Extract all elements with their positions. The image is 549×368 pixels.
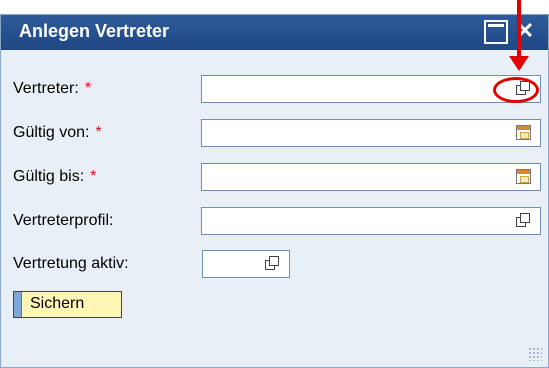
row-gueltig-bis: Gültig bis: * bbox=[13, 163, 543, 193]
gueltig-bis-input[interactable] bbox=[201, 163, 541, 191]
maximize-icon[interactable] bbox=[484, 20, 508, 44]
annotation-arrow-head bbox=[509, 56, 529, 71]
resize-grip-icon[interactable] bbox=[528, 347, 542, 361]
required-marker: * bbox=[90, 168, 97, 185]
dialog-title: Anlegen Vertreter bbox=[19, 21, 170, 41]
vertretung-aktiv-input[interactable] bbox=[202, 250, 290, 278]
required-marker: * bbox=[95, 124, 102, 141]
label-vertreter: Vertreter: * bbox=[13, 80, 92, 97]
vertreterprofil-input[interactable] bbox=[201, 207, 541, 235]
label-gueltig-von: Gültig von: * bbox=[13, 124, 102, 141]
label-vertretung-aktiv: Vertretung aktiv: bbox=[13, 255, 129, 272]
required-marker: * bbox=[84, 80, 92, 97]
calendar-icon bbox=[516, 169, 531, 184]
vertreterprofil-value-help-button[interactable] bbox=[513, 210, 535, 232]
row-vertretung-aktiv: Vertretung aktiv: bbox=[13, 250, 543, 280]
save-button[interactable]: Sichern bbox=[13, 291, 122, 318]
gueltig-von-calendar-button[interactable] bbox=[513, 122, 535, 144]
label-gueltig-bis: Gültig bis: * bbox=[13, 168, 97, 185]
row-vertreterprofil: Vertreterprofil: bbox=[13, 207, 543, 237]
gueltig-von-input[interactable] bbox=[201, 119, 541, 147]
vertreter-input[interactable] bbox=[201, 75, 541, 103]
row-vertreter: Vertreter: * bbox=[13, 75, 543, 105]
vertretung-aktiv-value-help-button[interactable] bbox=[262, 253, 284, 275]
calendar-icon bbox=[516, 125, 531, 140]
annotation-arrow bbox=[517, 0, 521, 60]
title-bar[interactable]: Anlegen Vertreter ✕ bbox=[1, 15, 548, 50]
save-button-accent bbox=[14, 292, 22, 317]
dialog-window: Anlegen Vertreter ✕ Vertreter: * Gültig v… bbox=[0, 14, 549, 368]
annotation-circle bbox=[493, 77, 539, 103]
copy-icon bbox=[265, 256, 279, 270]
copy-icon bbox=[516, 213, 530, 227]
label-vertreterprofil: Vertreterprofil: bbox=[13, 212, 114, 229]
gueltig-bis-calendar-button[interactable] bbox=[513, 166, 535, 188]
save-button-label: Sichern bbox=[30, 295, 85, 312]
row-gueltig-von: Gültig von: * bbox=[13, 119, 543, 149]
